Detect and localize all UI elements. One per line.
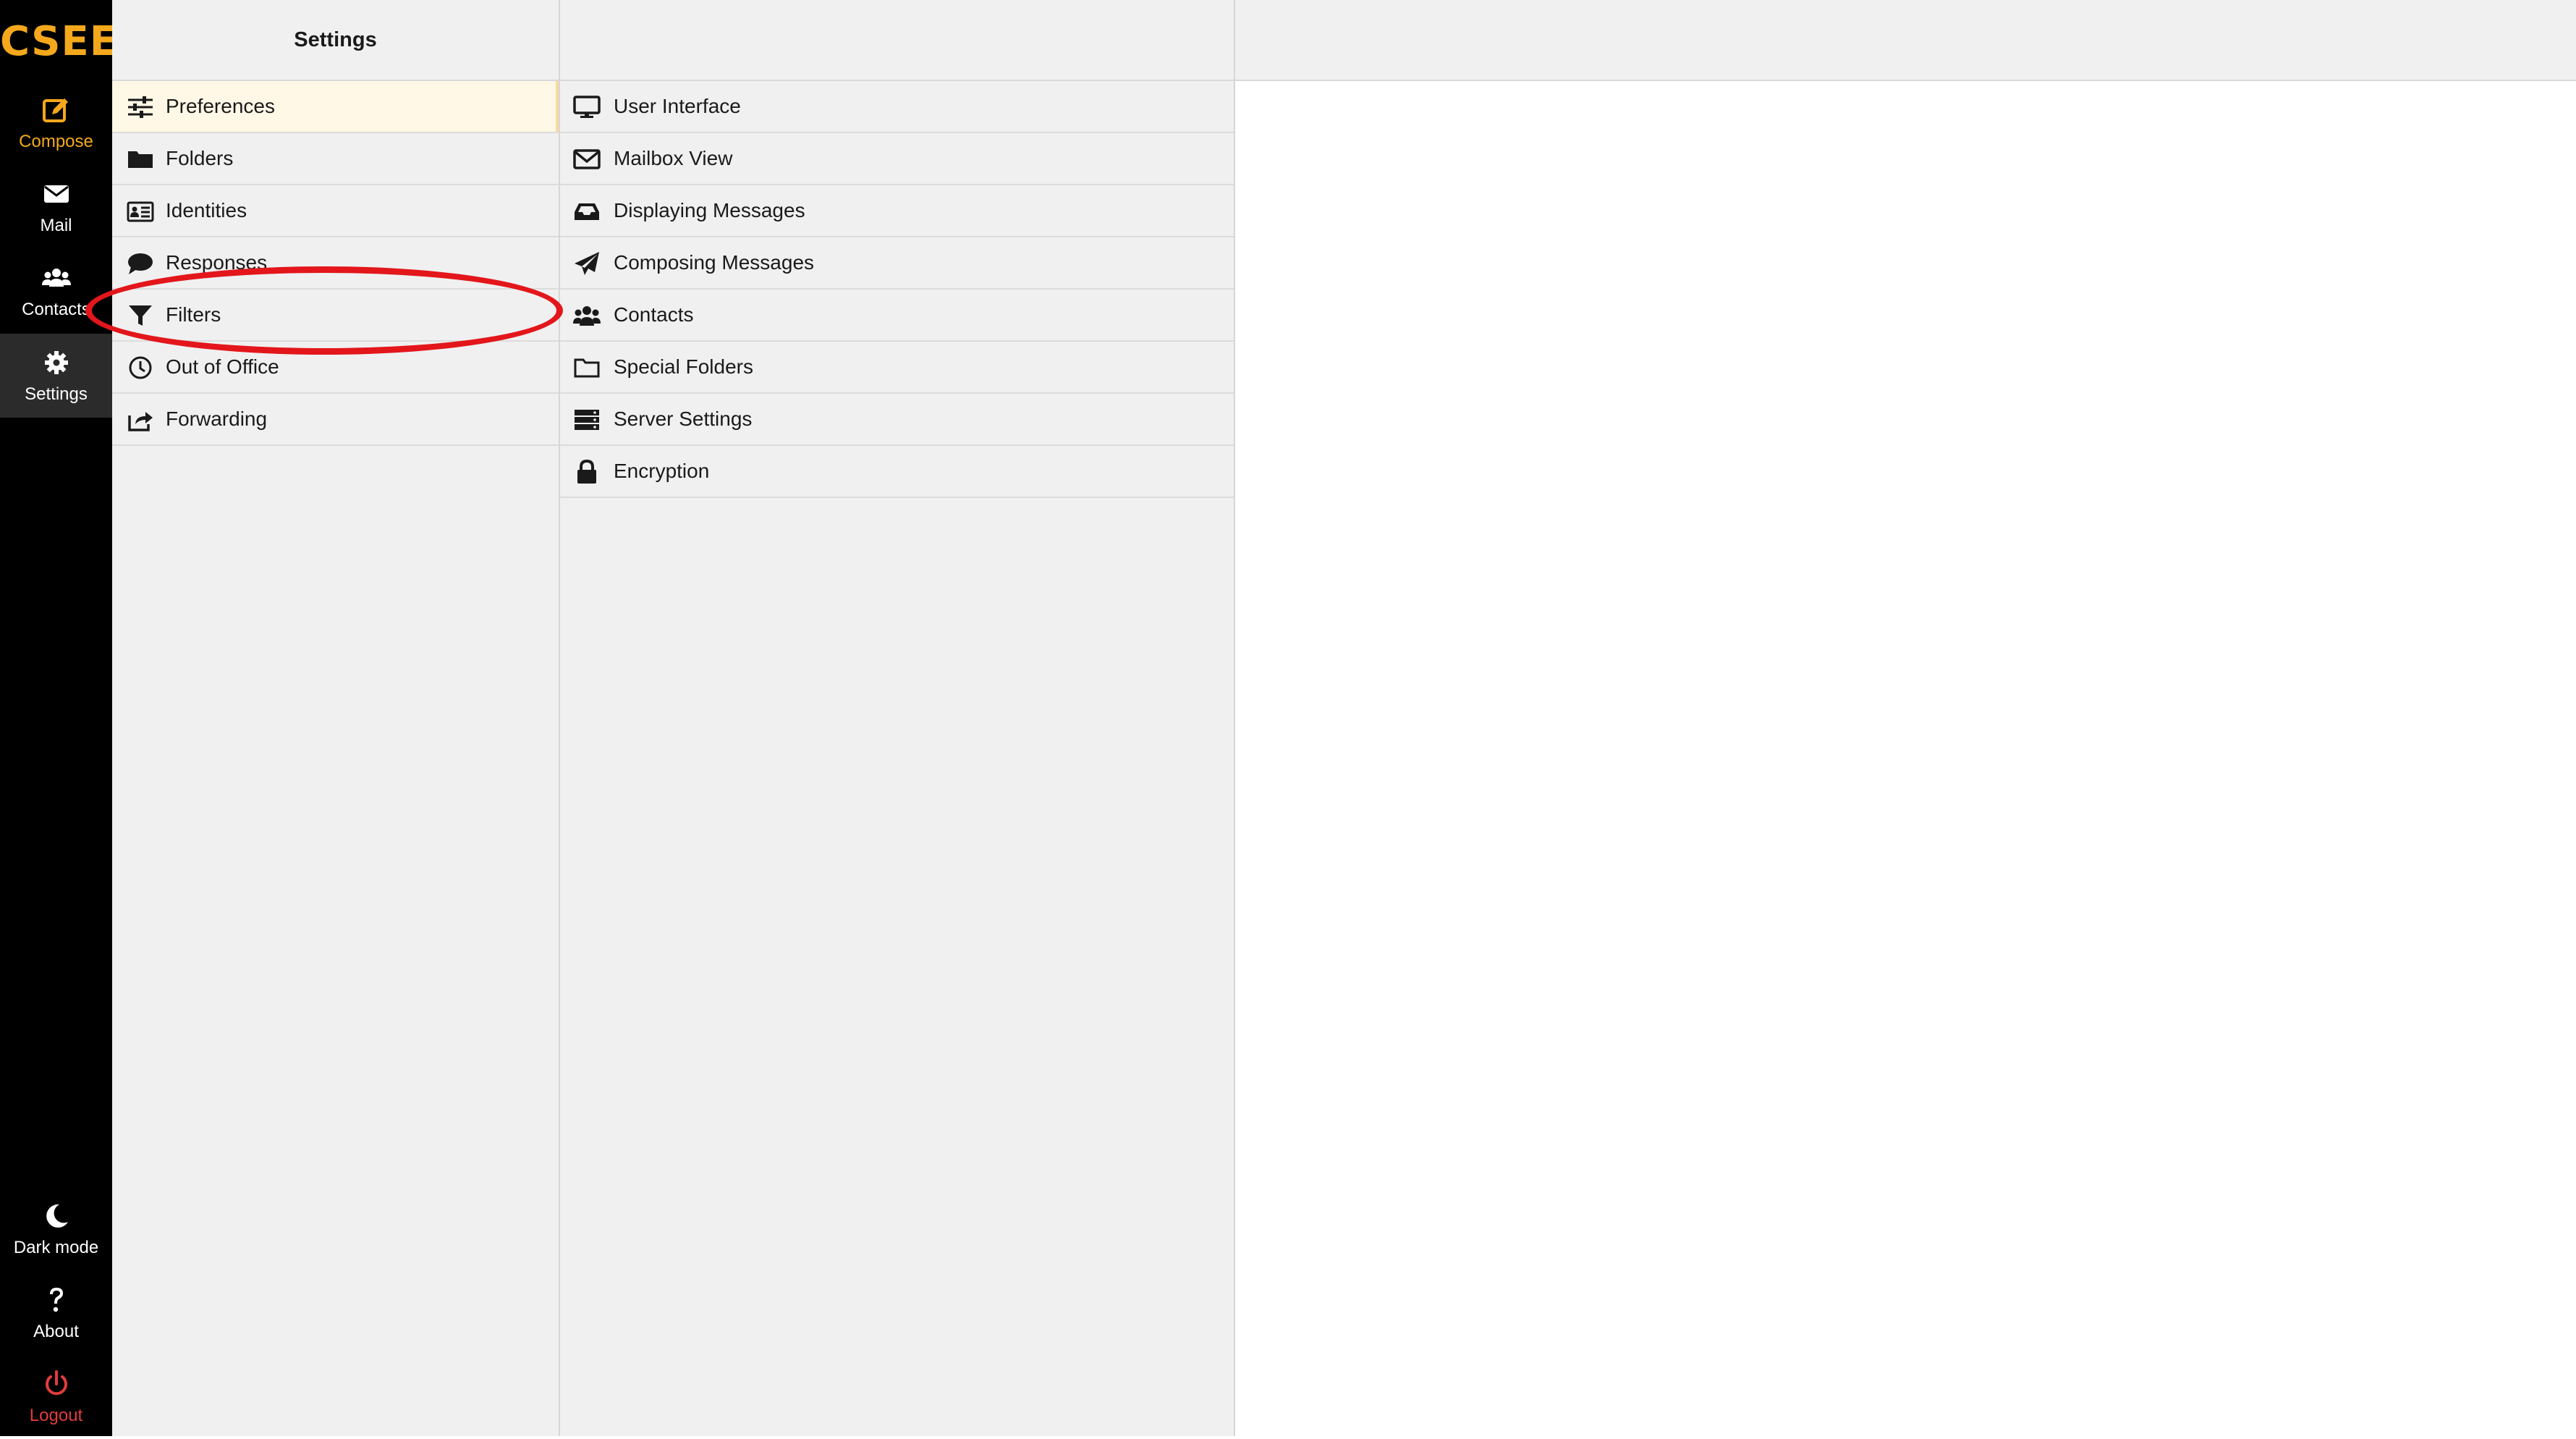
settings-list: Preferences Folders Identities Responses [112,81,559,446]
settings-item-label: Forwarding [166,408,268,430]
sliders-icon [128,96,153,118]
settings-item-filters[interactable]: Filters [112,290,559,342]
logout-button[interactable]: Logout [0,1355,112,1439]
moon-icon [46,1204,68,1228]
sections-column: User Interface Mailbox View Displaying M… [560,0,1235,1436]
section-item-label: Special Folders [614,355,753,378]
section-item-server-settings[interactable]: Server Settings [560,394,1234,446]
section-item-composing-messages[interactable]: Composing Messages [560,237,1234,290]
section-item-label: User Interface [614,95,741,117]
settings-item-label: Responses [166,251,268,274]
monitor-icon [573,96,601,118]
clock-icon [129,356,152,379]
section-item-label: Mailbox View [614,147,733,169]
section-item-label: Contacts [614,303,694,326]
settings-button[interactable]: Settings [0,334,112,418]
settings-item-identities[interactable]: Identities [112,185,559,237]
section-item-label: Encryption [614,460,710,482]
section-item-label: Server Settings [614,408,753,430]
settings-item-label: Out of Office [166,355,279,378]
question-icon [49,1288,63,1312]
content-header [1235,0,2576,81]
settings-item-label: Folders [166,147,234,169]
contacts-button[interactable]: Contacts [0,249,112,333]
share-icon [128,412,153,431]
section-item-encryption[interactable]: Encryption [560,446,1234,498]
users-icon [41,269,71,287]
section-item-label: Displaying Messages [614,199,805,221]
settings-label: Settings [25,384,88,404]
settings-item-forwarding[interactable]: Forwarding [112,394,559,446]
settings-item-preferences[interactable]: Preferences [112,81,559,133]
folder-icon [128,151,153,168]
sections-list: User Interface Mailbox View Displaying M… [560,81,1234,498]
about-button[interactable]: About [0,1271,112,1355]
section-item-mailbox-view[interactable]: Mailbox View [560,133,1234,185]
section-item-label: Composing Messages [614,251,815,274]
paper-plane-icon [575,252,599,275]
lock-icon [577,459,596,484]
content-pane [1235,0,2576,1436]
envelope-icon [43,185,69,203]
compose-icon [42,98,68,122]
mail-label: Mail [40,216,72,235]
envelope-icon [573,149,601,169]
section-item-displaying-messages[interactable]: Displaying Messages [560,185,1234,237]
id-card-icon [127,201,154,222]
settings-title: Settings [112,0,559,81]
dark-mode-label: Dark mode [13,1238,99,1257]
settings-column: Settings Preferences Folders Identities [112,0,560,1436]
users-icon [573,306,601,326]
settings-item-label: Preferences [166,95,275,117]
section-item-contacts[interactable]: Contacts [560,290,1234,342]
settings-item-label: Identities [166,199,247,221]
folder-outline-icon [574,358,600,378]
settings-item-label: Filters [166,303,221,326]
section-item-special-folders[interactable]: Special Folders [560,342,1234,394]
inbox-icon [575,203,599,220]
mail-button[interactable]: Mail [0,165,112,249]
logout-label: Logout [29,1406,83,1425]
compose-label: Compose [19,132,93,151]
compose-button[interactable]: Compose [0,81,112,165]
sections-header [560,0,1234,81]
app-logo: CSEE [0,18,118,65]
dark-mode-button[interactable]: Dark mode [0,1187,112,1271]
filter-icon [129,305,152,326]
gear-icon [44,351,68,374]
section-item-user-interface[interactable]: User Interface [560,81,1234,133]
settings-item-responses[interactable]: Responses [112,237,559,290]
server-icon [575,410,599,430]
app-rail: CSEE Compose Mail Contacts Settings Dark… [0,0,118,1439]
settings-item-out-of-office[interactable]: Out of Office [112,342,559,394]
power-icon [45,1370,67,1396]
settings-item-folders[interactable]: Folders [112,133,559,185]
about-label: About [33,1322,79,1341]
contacts-label: Contacts [22,300,90,319]
comment-icon [128,253,153,274]
